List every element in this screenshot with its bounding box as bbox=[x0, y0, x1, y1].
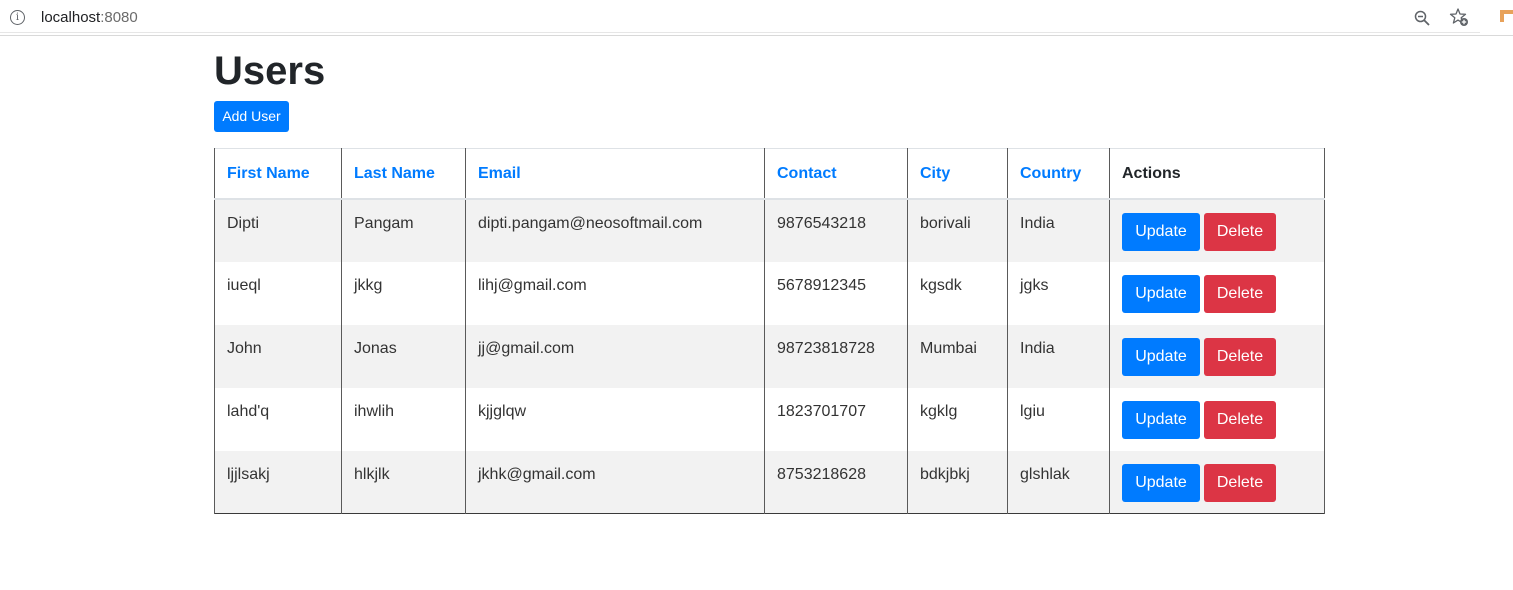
table-row: lahd'q ihwlih kjjglqw 1823701707 kgklg l… bbox=[214, 387, 1325, 451]
cell-first-name: Dipti bbox=[214, 198, 342, 262]
cell-city: kgsdk bbox=[907, 261, 1008, 325]
table-row: ljjlsakj hlkjlk jkhk@gmail.com 875321862… bbox=[214, 450, 1325, 514]
cell-actions: Update Delete bbox=[1109, 324, 1325, 388]
cell-contact: 1823701707 bbox=[764, 387, 908, 451]
cell-actions: Update Delete bbox=[1109, 198, 1325, 262]
cell-country: India bbox=[1007, 198, 1110, 262]
delete-button[interactable]: Delete bbox=[1204, 337, 1276, 376]
cell-email: lihj@gmail.com bbox=[465, 261, 765, 325]
cell-contact: 9876543218 bbox=[764, 198, 908, 262]
cell-city: Mumbai bbox=[907, 324, 1008, 388]
cell-email: kjjglqw bbox=[465, 387, 765, 451]
cell-first-name: lahd'q bbox=[214, 387, 342, 451]
cell-contact: 5678912345 bbox=[764, 261, 908, 325]
cell-first-name: John bbox=[214, 324, 342, 388]
cell-contact: 8753218628 bbox=[764, 450, 908, 514]
cell-country: jgks bbox=[1007, 261, 1110, 325]
cell-last-name: jkkg bbox=[341, 261, 466, 325]
cell-actions: Update Delete bbox=[1109, 261, 1325, 325]
cell-first-name: iueql bbox=[214, 261, 342, 325]
cell-city: bdkjbkj bbox=[907, 450, 1008, 514]
cell-country: lgiu bbox=[1007, 387, 1110, 451]
zoom-icon[interactable] bbox=[1413, 9, 1431, 27]
update-button[interactable]: Update bbox=[1122, 463, 1200, 502]
cell-first-name: ljjlsakj bbox=[214, 450, 342, 514]
header-actions: Actions bbox=[1109, 148, 1325, 199]
cell-last-name: ihwlih bbox=[341, 387, 466, 451]
extension-icon[interactable] bbox=[1499, 8, 1513, 24]
cell-country: glshlak bbox=[1007, 450, 1110, 514]
delete-button[interactable]: Delete bbox=[1204, 212, 1276, 251]
cell-last-name: Jonas bbox=[341, 324, 466, 388]
table-row: Dipti Pangam dipti.pangam@neosoftmail.co… bbox=[214, 198, 1325, 262]
url-host: localhost bbox=[41, 9, 101, 26]
cell-country: India bbox=[1007, 324, 1110, 388]
update-button[interactable]: Update bbox=[1122, 400, 1200, 439]
table-header-row: First Name Last Name Email Contact City … bbox=[214, 148, 1325, 199]
cell-actions: Update Delete bbox=[1109, 387, 1325, 451]
header-city[interactable]: City bbox=[907, 148, 1008, 199]
header-country[interactable]: Country bbox=[1007, 148, 1110, 199]
header-first-name[interactable]: First Name bbox=[214, 148, 342, 199]
header-email[interactable]: Email bbox=[465, 148, 765, 199]
delete-button[interactable]: Delete bbox=[1204, 400, 1276, 439]
info-icon[interactable]: i bbox=[10, 10, 25, 25]
page-title: Users bbox=[214, 49, 326, 93]
url-text[interactable]: localhost:8080 bbox=[41, 9, 138, 27]
users-table: First Name Last Name Email Contact City … bbox=[214, 148, 1325, 514]
cell-actions: Update Delete bbox=[1109, 450, 1325, 514]
cell-email: jkhk@gmail.com bbox=[465, 450, 765, 514]
delete-button[interactable]: Delete bbox=[1204, 463, 1276, 502]
cell-email: dipti.pangam@neosoftmail.com bbox=[465, 198, 765, 262]
delete-button[interactable]: Delete bbox=[1204, 274, 1276, 313]
cell-city: borivali bbox=[907, 198, 1008, 262]
browser-toolbar: i localhost:8080 bbox=[0, 0, 1513, 36]
header-contact[interactable]: Contact bbox=[764, 148, 908, 199]
cell-city: kgklg bbox=[907, 387, 1008, 451]
update-button[interactable]: Update bbox=[1122, 337, 1200, 376]
add-user-button[interactable]: Add User bbox=[214, 101, 289, 132]
table-row: John Jonas jj@gmail.com 98723818728 Mumb… bbox=[214, 324, 1325, 388]
update-button[interactable]: Update bbox=[1122, 212, 1200, 251]
table-row: iueql jkkg lihj@gmail.com 5678912345 kgs… bbox=[214, 261, 1325, 325]
update-button[interactable]: Update bbox=[1122, 274, 1200, 313]
cell-email: jj@gmail.com bbox=[465, 324, 765, 388]
cell-contact: 98723818728 bbox=[764, 324, 908, 388]
star-add-icon[interactable] bbox=[1449, 7, 1469, 27]
cell-last-name: hlkjlk bbox=[341, 450, 466, 514]
header-last-name[interactable]: Last Name bbox=[341, 148, 466, 199]
address-bar[interactable]: i localhost:8080 bbox=[0, 1, 1480, 33]
url-port: :8080 bbox=[100, 9, 138, 26]
cell-last-name: Pangam bbox=[341, 198, 466, 262]
